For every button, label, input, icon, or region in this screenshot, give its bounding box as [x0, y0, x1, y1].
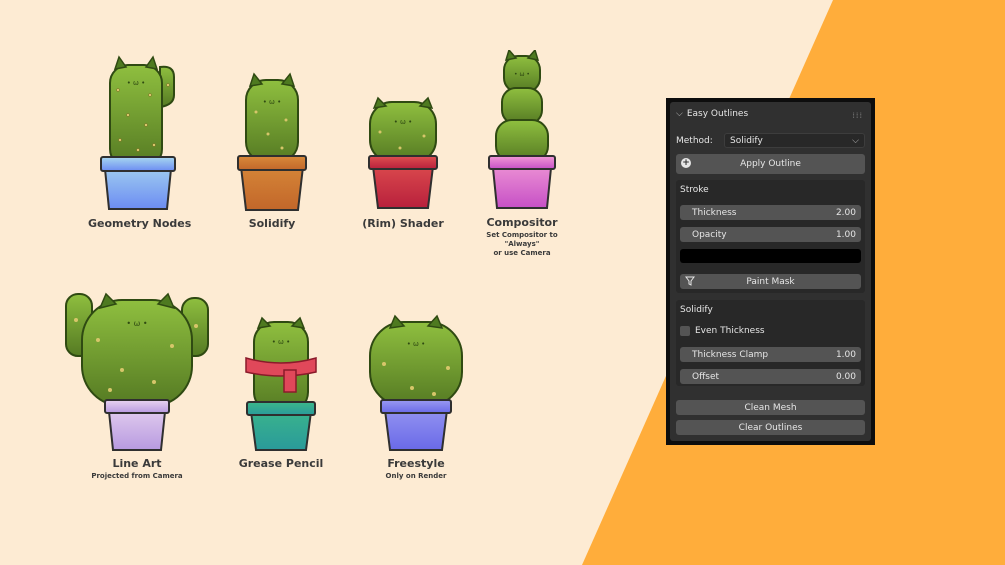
cactus-illustration: • ω • — [237, 72, 307, 211]
solidify-title: Solidify — [680, 305, 713, 315]
stroke-title: Stroke — [680, 185, 709, 195]
paint-mask-label: Paint Mask — [746, 276, 795, 287]
thickness-clamp-field[interactable]: Thickness Clamp 1.00 — [680, 347, 861, 362]
svg-text:• ω •: • ω • — [263, 98, 282, 106]
cactus-illustration: • ω • — [245, 316, 317, 451]
easy-outlines-panel: ⌵ Easy Outlines ⁞⁞⁞ Method: Solidify ⌵ +… — [666, 98, 875, 445]
thickness-field[interactable]: Thickness 2.00 — [680, 205, 861, 220]
offset-value: 0.00 — [835, 371, 856, 382]
cactus-label: Solidify — [248, 217, 296, 230]
panel-body: ⌵ Easy Outlines ⁞⁞⁞ Method: Solidify ⌵ +… — [670, 102, 871, 441]
panel-title: Easy Outlines — [686, 109, 749, 119]
cactus-freestyle: • ω • Freestyle Only on Render — [360, 314, 472, 481]
cactus-sublabel: Projected from Camera — [91, 472, 183, 480]
svg-text:• ω •: • ω • — [127, 79, 146, 87]
paint-mask-button[interactable]: Paint Mask — [680, 274, 861, 289]
chevron-down-icon[interactable]: ⌵ — [676, 109, 683, 119]
chevron-down-icon: ⌵ — [852, 135, 859, 146]
cactus-label: Grease Pencil — [238, 457, 324, 470]
even-thickness-label: Even Thickness — [695, 326, 765, 336]
stroke-section: Stroke Thickness 2.00 Opacity 1.00 Paint… — [676, 180, 865, 293]
clean-mesh-button[interactable]: Clean Mesh — [676, 400, 865, 415]
cactus-rim-shader: • ω • (Rim) Shader — [358, 96, 448, 232]
svg-text:• ω •: • ω • — [514, 71, 530, 78]
cactus-grease-pencil: • ω • Grease Pencil — [236, 316, 326, 472]
even-thickness-row[interactable]: Even Thickness — [680, 326, 765, 336]
clear-outlines-button[interactable]: Clear Outlines — [676, 420, 865, 435]
svg-text:• ω •: • ω • — [407, 340, 426, 348]
svg-text:• ω •: • ω • — [126, 319, 147, 328]
cactus-geometry-nodes: • ω • Geometry Nodes — [88, 55, 192, 232]
thickness-clamp-value: 1.00 — [835, 349, 856, 360]
apply-outline-label: Apply Outline — [740, 159, 801, 169]
method-value: Solidify — [730, 135, 763, 146]
thickness-value: 2.00 — [835, 207, 856, 218]
cactus-illustration: • ω • — [488, 50, 556, 209]
even-thickness-checkbox[interactable] — [680, 326, 690, 336]
plus-circle-icon: + — [681, 158, 691, 168]
offset-label: Offset — [692, 371, 720, 382]
stroke-color-swatch[interactable] — [680, 249, 861, 263]
cactus-sublabel: Set Compositor to "Always" or use Camera — [486, 231, 558, 257]
thickness-clamp-label: Thickness Clamp — [692, 349, 769, 360]
cactus-illustration: • ω • — [100, 55, 176, 210]
svg-text:• ω •: • ω • — [272, 338, 291, 346]
method-dropdown[interactable]: Solidify ⌵ — [724, 133, 865, 148]
funnel-icon — [685, 276, 695, 286]
cactus-solidify: • ω • Solidify — [232, 72, 312, 232]
method-label: Method: — [676, 135, 713, 146]
cactus-label: Compositor — [486, 216, 558, 229]
opacity-value: 1.00 — [835, 229, 856, 240]
cactus-illustration: • ω • — [369, 314, 463, 451]
panel-header[interactable]: ⌵ Easy Outlines — [676, 109, 748, 119]
opacity-label: Opacity — [692, 229, 727, 240]
cactus-illustration: • ω • — [65, 292, 209, 451]
offset-field[interactable]: Offset 0.00 — [680, 369, 861, 384]
grip-icon[interactable]: ⁞⁞⁞ — [852, 111, 863, 120]
cactus-label: Line Art — [112, 457, 162, 470]
clear-outlines-label: Clear Outlines — [738, 422, 803, 433]
cactus-compositor: • ω • Compositor Set Compositor to "Alwa… — [472, 50, 572, 258]
clean-mesh-label: Clean Mesh — [744, 402, 797, 413]
solidify-section: Solidify Even Thickness Thickness Clamp … — [676, 300, 865, 386]
cactus-illustration: • ω • — [368, 96, 438, 209]
cactus-label: Freestyle — [387, 457, 445, 470]
cactus-line-art: • ω • Line Art Projected from Camera — [62, 290, 212, 481]
svg-text:• ω •: • ω • — [394, 118, 413, 126]
method-row: Method: Solidify ⌵ — [676, 133, 865, 148]
cactus-label: Geometry Nodes — [88, 217, 192, 230]
cactus-sublabel: Only on Render — [385, 472, 447, 480]
cactus-label: (Rim) Shader — [362, 217, 444, 230]
thickness-label: Thickness — [692, 207, 737, 218]
apply-outline-button[interactable]: + Apply Outline — [676, 154, 865, 174]
opacity-field[interactable]: Opacity 1.00 — [680, 227, 861, 242]
